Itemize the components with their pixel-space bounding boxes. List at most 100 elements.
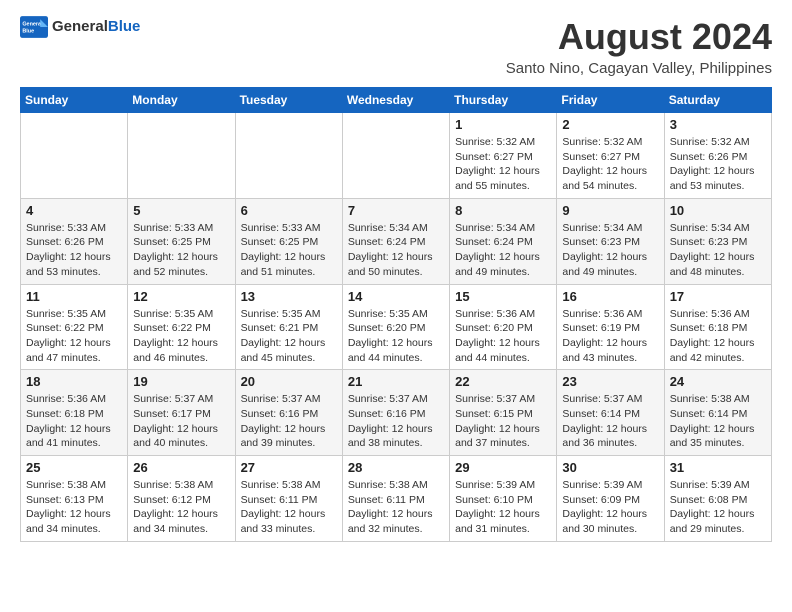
cell-info-line: Sunrise: 5:39 AM: [562, 478, 658, 493]
cell-info-line: and 32 minutes.: [348, 522, 444, 537]
cell-info-line: Sunset: 6:23 PM: [670, 235, 766, 250]
cell-info-line: and 30 minutes.: [562, 522, 658, 537]
cell-info-line: Sunset: 6:20 PM: [455, 321, 551, 336]
calendar-cell: 8Sunrise: 5:34 AMSunset: 6:24 PMDaylight…: [450, 198, 557, 284]
day-number: 19: [133, 374, 229, 389]
cell-info-line: Sunset: 6:08 PM: [670, 493, 766, 508]
cell-info-line: Sunset: 6:12 PM: [133, 493, 229, 508]
calendar-table: SundayMondayTuesdayWednesdayThursdayFrid…: [20, 87, 772, 542]
calendar-cell: 11Sunrise: 5:35 AMSunset: 6:22 PMDayligh…: [21, 284, 128, 370]
day-number: 18: [26, 374, 122, 389]
cell-info-line: Sunrise: 5:37 AM: [241, 392, 337, 407]
day-number: 31: [670, 460, 766, 475]
cell-info-line: Daylight: 12 hours: [670, 336, 766, 351]
calendar-cell: 19Sunrise: 5:37 AMSunset: 6:17 PMDayligh…: [128, 370, 235, 456]
cell-info-line: and 36 minutes.: [562, 436, 658, 451]
cell-info-line: Sunrise: 5:37 AM: [562, 392, 658, 407]
calendar-cell: 24Sunrise: 5:38 AMSunset: 6:14 PMDayligh…: [664, 370, 771, 456]
weekday-header-tuesday: Tuesday: [235, 88, 342, 113]
cell-info-line: Sunrise: 5:36 AM: [562, 307, 658, 322]
cell-info-line: and 34 minutes.: [26, 522, 122, 537]
cell-info-line: Sunset: 6:10 PM: [455, 493, 551, 508]
title-block: August 2024 Santo Nino, Cagayan Valley, …: [506, 16, 772, 77]
cell-info-line: and 37 minutes.: [455, 436, 551, 451]
cell-info-line: and 44 minutes.: [348, 351, 444, 366]
cell-info-line: Sunrise: 5:35 AM: [26, 307, 122, 322]
cell-info-line: Sunset: 6:16 PM: [348, 407, 444, 422]
page-header: General Blue GeneralBlue August 2024 San…: [20, 16, 772, 77]
calendar-cell: 23Sunrise: 5:37 AMSunset: 6:14 PMDayligh…: [557, 370, 664, 456]
cell-info-line: Daylight: 12 hours: [241, 250, 337, 265]
cell-info-line: Daylight: 12 hours: [455, 250, 551, 265]
calendar-cell: 31Sunrise: 5:39 AMSunset: 6:08 PMDayligh…: [664, 456, 771, 542]
cell-info-line: Sunrise: 5:39 AM: [455, 478, 551, 493]
cell-info-line: Sunset: 6:25 PM: [241, 235, 337, 250]
cell-info-line: Sunrise: 5:38 AM: [241, 478, 337, 493]
cell-info-line: Sunrise: 5:38 AM: [26, 478, 122, 493]
cell-info-line: Daylight: 12 hours: [348, 507, 444, 522]
cell-info-line: Sunrise: 5:36 AM: [670, 307, 766, 322]
cell-info-line: Sunset: 6:20 PM: [348, 321, 444, 336]
day-number: 7: [348, 203, 444, 218]
cell-info-line: Sunset: 6:18 PM: [670, 321, 766, 336]
cell-info-line: Sunset: 6:17 PM: [133, 407, 229, 422]
svg-text:General: General: [22, 21, 43, 27]
cell-info-line: Sunset: 6:22 PM: [133, 321, 229, 336]
cell-info-line: Sunset: 6:26 PM: [670, 150, 766, 165]
cell-info-line: Daylight: 12 hours: [670, 250, 766, 265]
day-number: 11: [26, 289, 122, 304]
calendar-cell: 4Sunrise: 5:33 AMSunset: 6:26 PMDaylight…: [21, 198, 128, 284]
calendar-cell: 5Sunrise: 5:33 AMSunset: 6:25 PMDaylight…: [128, 198, 235, 284]
cell-info-line: Sunset: 6:14 PM: [562, 407, 658, 422]
cell-info-line: Sunrise: 5:34 AM: [348, 221, 444, 236]
cell-info-line: Daylight: 12 hours: [241, 507, 337, 522]
cell-info-line: Sunset: 6:15 PM: [455, 407, 551, 422]
calendar-cell: 22Sunrise: 5:37 AMSunset: 6:15 PMDayligh…: [450, 370, 557, 456]
cell-info-line: and 45 minutes.: [241, 351, 337, 366]
cell-info-line: and 46 minutes.: [133, 351, 229, 366]
cell-info-line: and 40 minutes.: [133, 436, 229, 451]
cell-info-line: Sunset: 6:24 PM: [348, 235, 444, 250]
cell-info-line: Sunrise: 5:37 AM: [348, 392, 444, 407]
cell-info-line: Sunrise: 5:38 AM: [670, 392, 766, 407]
cell-info-line: and 51 minutes.: [241, 265, 337, 280]
calendar-cell: [342, 113, 449, 199]
cell-info-line: Daylight: 12 hours: [133, 507, 229, 522]
day-number: 15: [455, 289, 551, 304]
calendar-cell: 12Sunrise: 5:35 AMSunset: 6:22 PMDayligh…: [128, 284, 235, 370]
cell-info-line: and 43 minutes.: [562, 351, 658, 366]
weekday-header-monday: Monday: [128, 88, 235, 113]
calendar-cell: 14Sunrise: 5:35 AMSunset: 6:20 PMDayligh…: [342, 284, 449, 370]
cell-info-line: Sunset: 6:09 PM: [562, 493, 658, 508]
logo-text-blue: Blue: [108, 18, 141, 35]
calendar-cell: 7 Sunrise: 5:34 AMSunset: 6:24 PMDaylight…: [342, 198, 449, 284]
calendar-cell: 2Sunrise: 5:32 AMSunset: 6:27 PMDaylight…: [557, 113, 664, 199]
cell-info-line: Sunrise: 5:33 AM: [241, 221, 337, 236]
cell-info-line: Sunset: 6:24 PM: [455, 235, 551, 250]
cell-info-line: Sunset: 6:11 PM: [241, 493, 337, 508]
calendar-cell: 13Sunrise: 5:35 AMSunset: 6:21 PMDayligh…: [235, 284, 342, 370]
cell-info-line: Sunrise: 5:33 AM: [26, 221, 122, 236]
cell-info-line: Daylight: 12 hours: [241, 422, 337, 437]
calendar-week-row: 1Sunrise: 5:32 AMSunset: 6:27 PMDaylight…: [21, 113, 772, 199]
cell-info-line: and 53 minutes.: [26, 265, 122, 280]
calendar-cell: 30Sunrise: 5:39 AMSunset: 6:09 PMDayligh…: [557, 456, 664, 542]
cell-info-line: Sunrise: 5:32 AM: [562, 135, 658, 150]
day-number: 24: [670, 374, 766, 389]
weekday-header-friday: Friday: [557, 88, 664, 113]
calendar-cell: [235, 113, 342, 199]
cell-info-line: Daylight: 12 hours: [562, 164, 658, 179]
cell-info-line: Sunset: 6:25 PM: [133, 235, 229, 250]
calendar-week-row: 4Sunrise: 5:33 AMSunset: 6:26 PMDaylight…: [21, 198, 772, 284]
calendar-cell: 18Sunrise: 5:36 AMSunset: 6:18 PMDayligh…: [21, 370, 128, 456]
cell-info-line: Daylight: 12 hours: [455, 336, 551, 351]
cell-info-line: Daylight: 12 hours: [348, 250, 444, 265]
cell-info-line: Sunrise: 5:39 AM: [670, 478, 766, 493]
calendar-cell: 16Sunrise: 5:36 AMSunset: 6:19 PMDayligh…: [557, 284, 664, 370]
cell-info-line: Daylight: 12 hours: [26, 422, 122, 437]
cell-info-line: and 41 minutes.: [26, 436, 122, 451]
calendar-cell: 1Sunrise: 5:32 AMSunset: 6:27 PMDaylight…: [450, 113, 557, 199]
cell-info-line: Sunset: 6:13 PM: [26, 493, 122, 508]
day-number: 29: [455, 460, 551, 475]
cell-info-line: Sunrise: 5:34 AM: [455, 221, 551, 236]
